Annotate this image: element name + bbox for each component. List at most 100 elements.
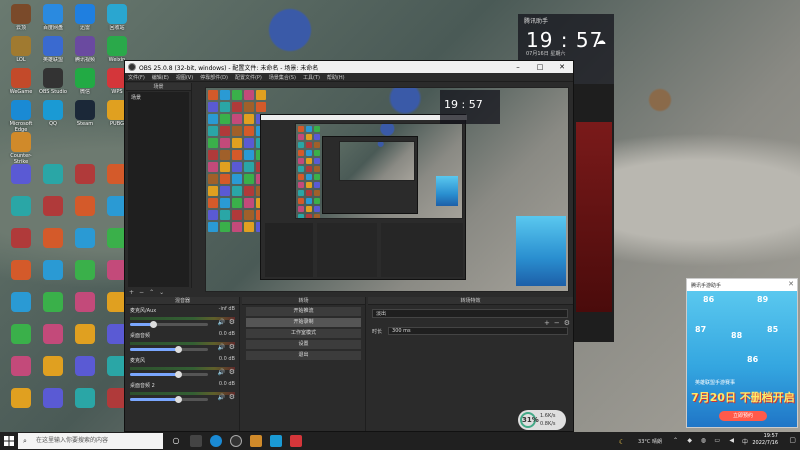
desktop-icon[interactable]: 回收站: [100, 4, 134, 37]
taskbar-search[interactable]: ⌕ 在这里输入你要搜索的内容: [18, 433, 163, 449]
add-icon[interactable]: +: [129, 289, 134, 296]
remove-icon[interactable]: −: [554, 319, 560, 327]
desktop-icon[interactable]: 百度网盘: [36, 4, 70, 37]
menu-item[interactable]: 配置文件(P): [235, 74, 262, 81]
start-button[interactable]: [0, 432, 18, 450]
performance-widget[interactable]: 31% 1.6K/s 0.8K/s: [518, 410, 566, 430]
desktop-icon[interactable]: [36, 292, 70, 313]
desktop-icon[interactable]: 微信: [68, 68, 102, 101]
desktop-icon[interactable]: 腾讯视频: [68, 36, 102, 69]
desktop-icon[interactable]: Steam: [68, 100, 102, 133]
gear-icon[interactable]: ⚙: [229, 393, 235, 401]
app-icon[interactable]: [250, 435, 262, 447]
desktop-icon[interactable]: [4, 388, 38, 409]
desktop-icon[interactable]: [68, 324, 102, 345]
desktop-icon[interactable]: Microsoft Edge: [4, 100, 38, 133]
desktop-icon[interactable]: [36, 356, 70, 377]
volume-slider[interactable]: [130, 396, 208, 403]
control-button[interactable]: 工作室模式: [246, 329, 361, 338]
desktop-icon[interactable]: OBS Studio: [36, 68, 70, 101]
desktop-icon[interactable]: [4, 228, 38, 249]
add-icon[interactable]: +: [544, 319, 550, 327]
speaker-icon[interactable]: 🔊: [218, 344, 225, 351]
gear-icon[interactable]: ⚙: [229, 343, 235, 351]
volume-icon[interactable]: ◀: [729, 437, 734, 444]
gear-icon[interactable]: ⚙: [564, 319, 570, 327]
battery-icon[interactable]: ▭: [714, 437, 720, 444]
duration-input[interactable]: 300 ms: [388, 327, 569, 335]
gear-icon[interactable]: ⚙: [229, 318, 235, 326]
desktop-icon[interactable]: [68, 228, 102, 249]
volume-slider[interactable]: [130, 371, 208, 378]
volume-slider[interactable]: [130, 346, 208, 353]
desktop-icon[interactable]: [68, 388, 102, 409]
notification-icon[interactable]: ▢: [789, 436, 796, 444]
remove-icon[interactable]: −: [139, 289, 144, 296]
maximize-icon[interactable]: □: [529, 61, 551, 73]
desktop-icon[interactable]: [68, 260, 102, 281]
slider-handle[interactable]: [175, 371, 183, 378]
desktop-icon[interactable]: 迅雷: [68, 4, 102, 37]
desktop-icon[interactable]: Counter-Strike: [4, 132, 38, 165]
speaker-icon[interactable]: 🔊: [218, 369, 225, 376]
menu-item[interactable]: 视图(V): [176, 74, 193, 81]
close-icon[interactable]: ✕: [788, 280, 794, 288]
desktop-icon[interactable]: LOL: [4, 36, 38, 69]
chevron-up-icon[interactable]: ⌃: [149, 289, 154, 296]
menu-item[interactable]: 文件(F): [128, 74, 145, 81]
obs-taskbar-icon[interactable]: [230, 435, 242, 447]
speaker-icon[interactable]: 🔊: [218, 394, 225, 401]
desktop-icon[interactable]: [36, 260, 70, 281]
volume-slider[interactable]: [130, 321, 208, 328]
speaker-icon[interactable]: 🔊: [218, 319, 225, 326]
chevron-down-icon[interactable]: ⌄: [159, 289, 164, 296]
desktop-icon[interactable]: [36, 164, 70, 185]
desktop-icon[interactable]: [36, 228, 70, 249]
taskbar-clock[interactable]: 19:57 2022/7/16: [752, 433, 778, 447]
desktop-icon[interactable]: [4, 196, 38, 217]
menu-item[interactable]: 编辑(E): [152, 74, 169, 81]
network-icon[interactable]: ◍: [701, 437, 706, 444]
control-button[interactable]: 退出: [246, 351, 361, 360]
task-view-icon[interactable]: ○: [170, 435, 182, 447]
reserve-button[interactable]: 立即预约: [719, 411, 767, 421]
close-icon[interactable]: ✕: [551, 61, 573, 73]
transition-select[interactable]: 淡出: [372, 309, 568, 318]
ad-body[interactable]: 86 89 87 88 85 86 英雄联盟手游赛事 7月20日 不删档开启 立…: [687, 291, 797, 427]
desktop-icon[interactable]: [36, 196, 70, 217]
menu-item[interactable]: 工具(T): [303, 74, 320, 81]
obs-window[interactable]: OBS 25.0.8 (32-bit, windows) - 配置文件: 未命名…: [124, 60, 574, 432]
desktop-icon[interactable]: 云顶: [4, 4, 38, 37]
desktop-icon[interactable]: [36, 388, 70, 409]
slider-handle[interactable]: [175, 396, 183, 403]
desktop-icon[interactable]: [4, 356, 38, 377]
desktop-icon[interactable]: [68, 164, 102, 185]
desktop-icon[interactable]: [68, 292, 102, 313]
desktop-icon[interactable]: 英雄联盟: [36, 36, 70, 69]
obs-titlebar[interactable]: OBS 25.0.8 (32-bit, windows) - 配置文件: 未命名…: [125, 61, 573, 73]
control-button[interactable]: 设置: [246, 340, 361, 349]
desktop-icon[interactable]: [68, 196, 102, 217]
scene-item[interactable]: 场景: [128, 92, 189, 103]
gear-icon[interactable]: ⚙: [229, 368, 235, 376]
ad-popup[interactable]: 腾讯手游助手 ✕ 86 89 87 88 85 86 英雄联盟手游赛事 7月20…: [686, 278, 798, 428]
app-icon[interactable]: [270, 435, 282, 447]
desktop-icon[interactable]: WeGame: [4, 68, 38, 101]
weather-text[interactable]: 33°C 晴朗: [638, 438, 662, 445]
edge-icon[interactable]: [210, 435, 222, 447]
desktop-icon[interactable]: [4, 292, 38, 313]
menu-item[interactable]: 停靠部件(D): [200, 74, 228, 81]
ime-indicator[interactable]: 中: [742, 437, 748, 446]
desktop-icon[interactable]: [36, 324, 70, 345]
slider-handle[interactable]: [175, 346, 183, 353]
desktop-icon[interactable]: [4, 164, 38, 185]
desktop-icon[interactable]: [4, 260, 38, 281]
desktop-icon[interactable]: [4, 324, 38, 345]
menu-item[interactable]: 帮助(H): [327, 74, 345, 81]
chevron-up-icon[interactable]: ⌃: [673, 437, 678, 444]
desktop-icon[interactable]: [68, 356, 102, 377]
shield-icon[interactable]: ◆: [687, 437, 692, 444]
scene-list[interactable]: 场景: [128, 92, 189, 287]
minimize-icon[interactable]: –: [507, 61, 529, 73]
desktop-icon[interactable]: QQ: [36, 100, 70, 133]
